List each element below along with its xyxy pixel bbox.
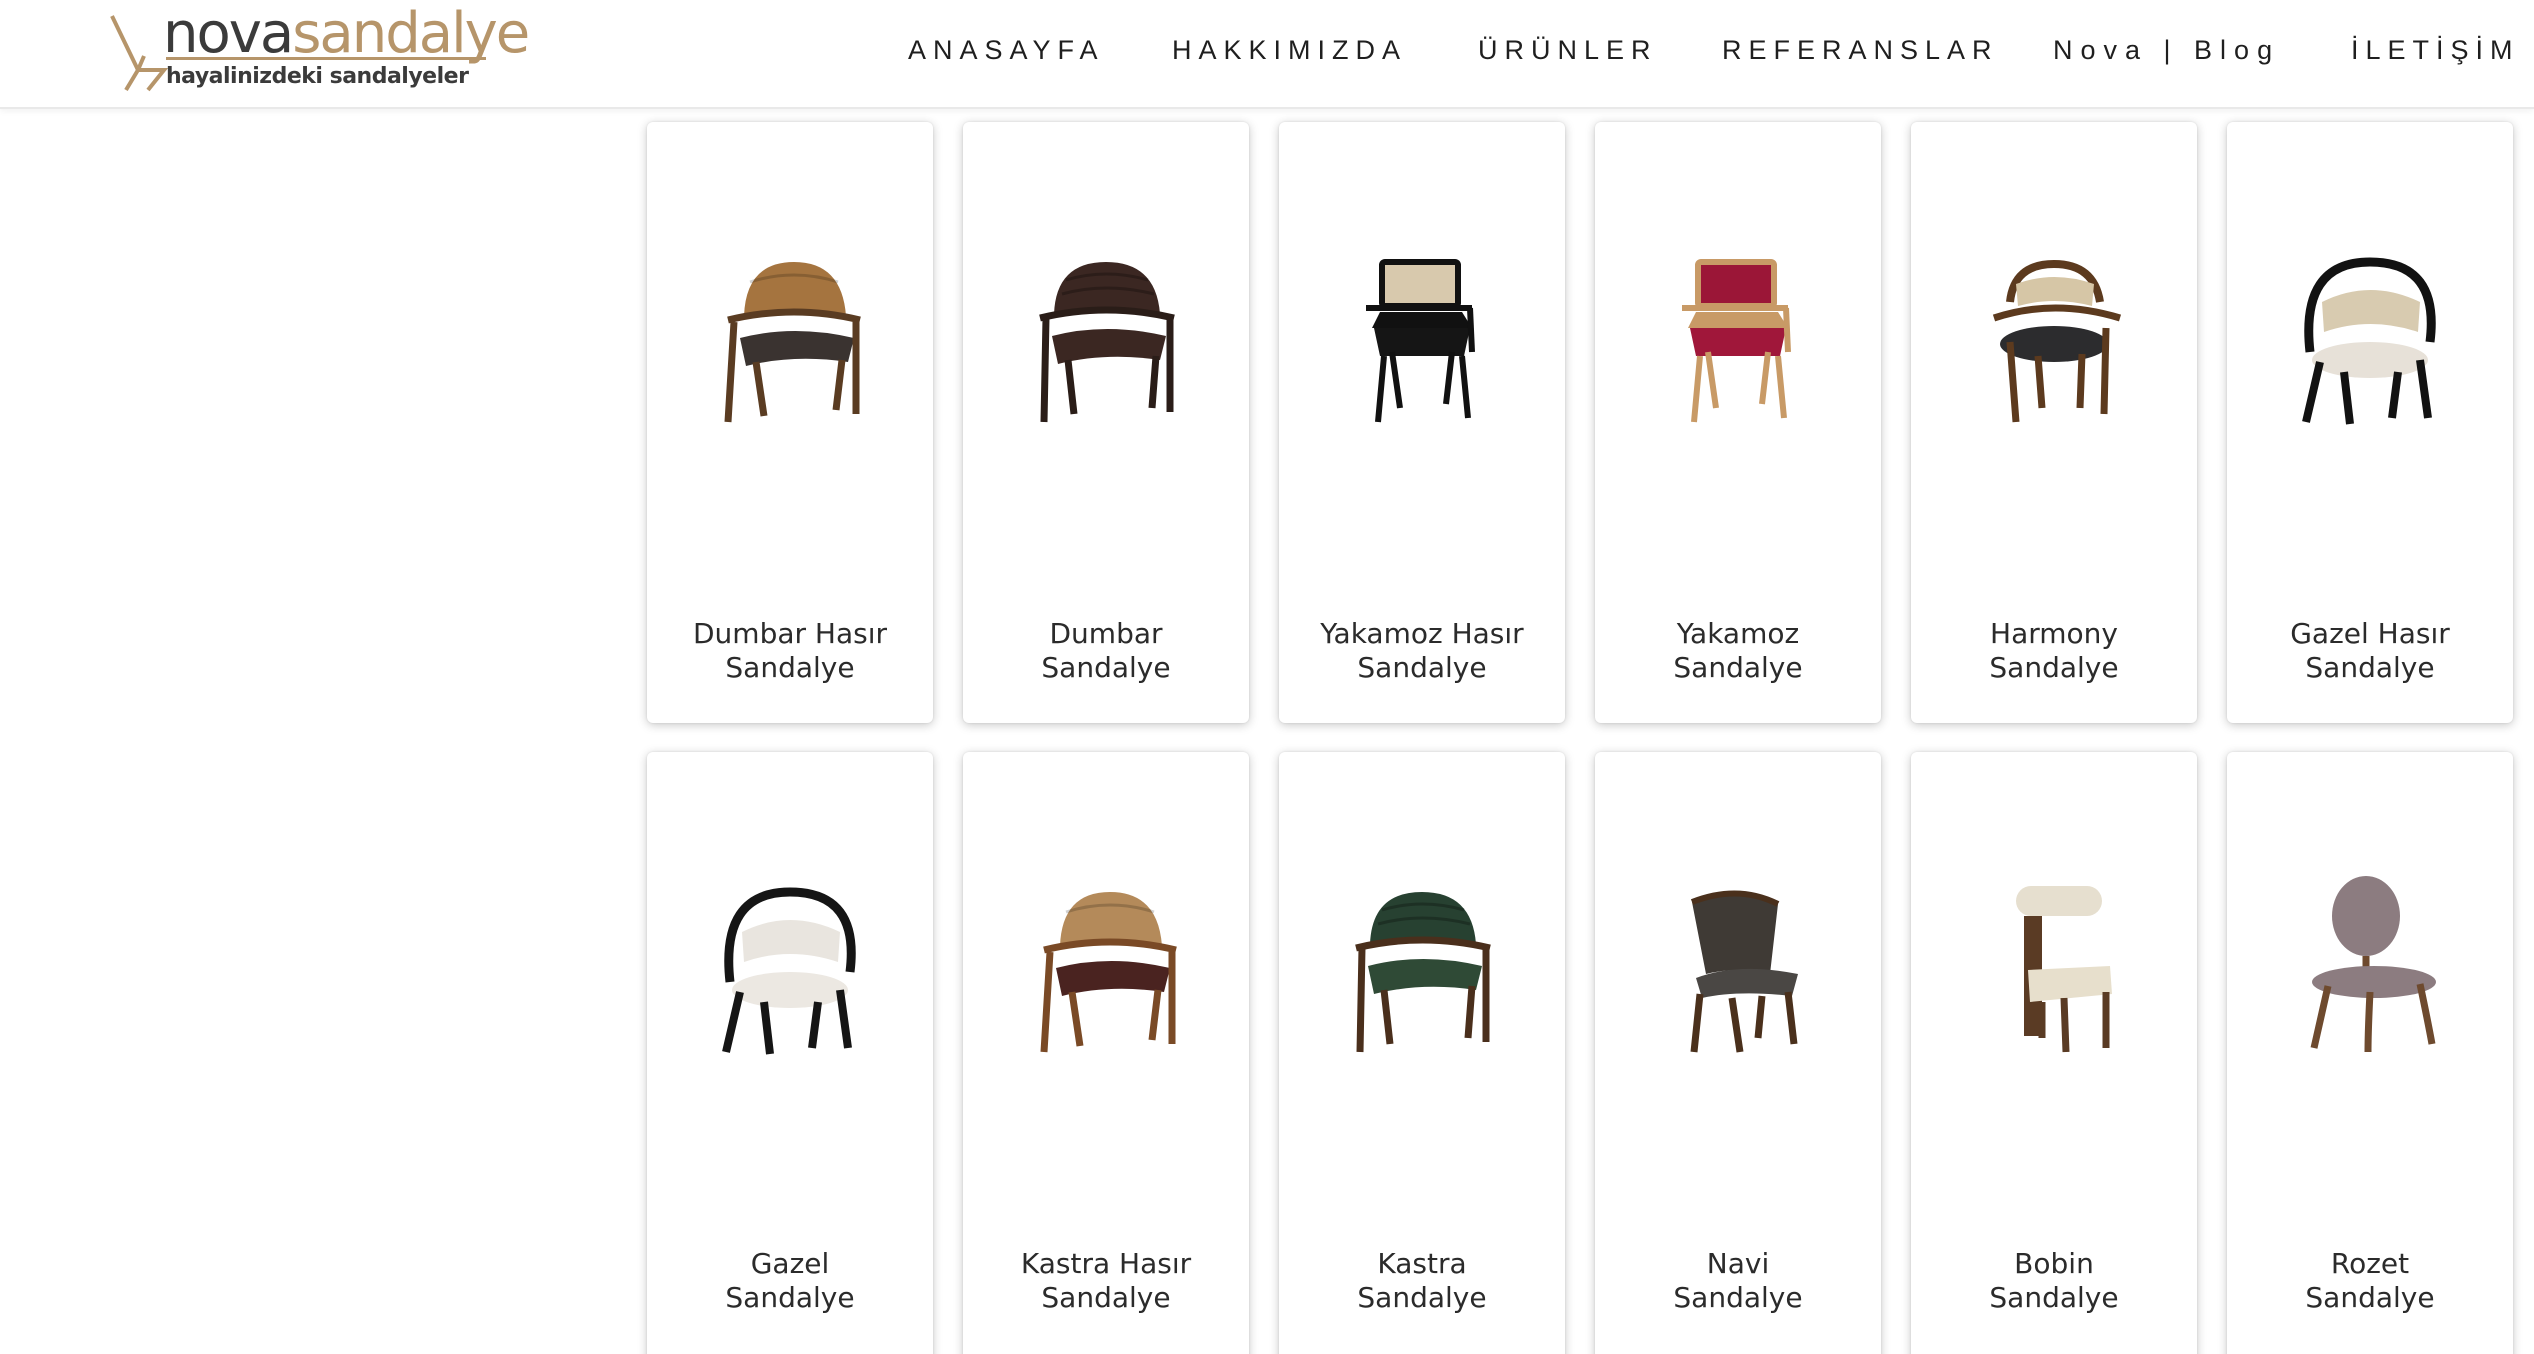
product-image[interactable] bbox=[2270, 862, 2470, 1062]
logo-underline bbox=[166, 57, 486, 60]
product-card[interactable]: Gazel Hasır Sandalye bbox=[2227, 122, 2513, 723]
nav-item-urunler[interactable]: ÜRÜNLER bbox=[1478, 30, 1658, 70]
product-card[interactable]: Rozet Sandalye bbox=[2227, 752, 2513, 1354]
product-title-line2: Sandalye bbox=[1357, 1281, 1487, 1314]
product-title-line1: Harmony bbox=[1990, 617, 2118, 650]
product-title-line2: Sandalye bbox=[1041, 651, 1171, 684]
product-title[interactable]: Bobin Sandalye bbox=[1921, 1247, 2187, 1315]
product-title-line1: Rozet bbox=[2330, 1247, 2410, 1280]
product-card[interactable]: Dumbar Hasır Sandalye bbox=[647, 122, 933, 723]
product-title-line1: Navi bbox=[1706, 1247, 1770, 1280]
chair-image bbox=[2310, 876, 2436, 1053]
chair-image bbox=[724, 262, 861, 423]
nav-item-hakkimizda[interactable]: HAKKIMIZDA bbox=[1172, 30, 1407, 70]
product-title[interactable]: Gazel Hasır Sandalye bbox=[2237, 617, 2503, 685]
product-card[interactable]: Yakamoz Hasır Sandalye bbox=[1279, 122, 1565, 723]
chair-image bbox=[2302, 257, 2436, 425]
product-image[interactable] bbox=[1954, 862, 2154, 1062]
product-card[interactable]: Yakamoz Sandalye bbox=[1595, 122, 1881, 723]
site-header: novasandalye hayalinizdeki sandalyeler A… bbox=[0, 0, 2534, 109]
product-card[interactable]: Harmony Sandalye bbox=[1911, 122, 2197, 723]
product-image[interactable] bbox=[2270, 232, 2470, 432]
nav-item-blog[interactable]: Nova | Blog bbox=[2053, 30, 2280, 70]
chair-image bbox=[1992, 259, 2122, 423]
product-image[interactable] bbox=[1954, 232, 2154, 432]
chair-image bbox=[1366, 259, 1475, 423]
nav-item-referanslar[interactable]: REFERANSLAR bbox=[1722, 30, 1999, 70]
product-card[interactable]: Bobin Sandalye bbox=[1911, 752, 2197, 1354]
site-logo[interactable]: novasandalye hayalinizdeki sandalyeler bbox=[108, 2, 530, 96]
product-card[interactable]: Gazel Sandalye bbox=[647, 752, 933, 1354]
product-title-line2: Sandalye bbox=[1673, 1281, 1803, 1314]
product-title-line2: Sandalye bbox=[725, 651, 855, 684]
product-image[interactable] bbox=[1322, 232, 1522, 432]
product-title-line1: Kastra bbox=[1377, 1247, 1467, 1280]
product-image[interactable] bbox=[1006, 862, 1206, 1062]
product-image[interactable] bbox=[1322, 862, 1522, 1062]
product-title-line1: Bobin bbox=[2014, 1247, 2094, 1280]
product-title[interactable]: Navi Sandalye bbox=[1605, 1247, 1871, 1315]
product-card[interactable]: Kastra Sandalye bbox=[1279, 752, 1565, 1354]
product-title-line2: Sandalye bbox=[1041, 1281, 1171, 1314]
product-card[interactable]: Dumbar Sandalye bbox=[963, 122, 1249, 723]
product-title-line1: Gazel Hasır bbox=[2290, 617, 2450, 650]
product-image[interactable] bbox=[1006, 232, 1206, 432]
product-title-line2: Sandalye bbox=[1673, 651, 1803, 684]
product-title-line2: Sandalye bbox=[2305, 651, 2435, 684]
product-title[interactable]: Kastra Sandalye bbox=[1289, 1247, 1555, 1315]
product-title[interactable]: Gazel Sandalye bbox=[657, 1247, 923, 1315]
product-title-line1: Dumbar bbox=[1049, 617, 1163, 650]
chair-image bbox=[1690, 890, 1798, 1053]
product-image[interactable] bbox=[1638, 232, 1838, 432]
product-title-line2: Sandalye bbox=[1989, 651, 2119, 684]
chair-image bbox=[722, 887, 856, 1055]
logo-tagline: hayalinizdeki sandalyeler bbox=[166, 64, 469, 89]
product-title[interactable]: Yakamoz Sandalye bbox=[1605, 617, 1871, 685]
product-title[interactable]: Harmony Sandalye bbox=[1921, 617, 2187, 685]
product-title-line1: Kastra Hasır bbox=[1020, 1247, 1192, 1280]
chair-image bbox=[2016, 886, 2112, 1053]
product-title-line1: Gazel bbox=[750, 1247, 830, 1280]
chair-image bbox=[1682, 259, 1791, 423]
chair-logo-icon bbox=[110, 15, 169, 92]
nav-item-iletisim[interactable]: İLETİŞİM bbox=[2351, 30, 2520, 70]
product-card[interactable]: Navi Sandalye bbox=[1595, 752, 1881, 1354]
product-title[interactable]: Rozet Sandalye bbox=[2237, 1247, 2503, 1315]
nav-item-anasayfa[interactable]: ANASAYFA bbox=[908, 30, 1105, 70]
product-title-line1: Dumbar Hasır bbox=[692, 617, 888, 650]
product-image[interactable] bbox=[690, 232, 890, 432]
product-title[interactable]: Dumbar Hasır Sandalye bbox=[657, 617, 923, 685]
product-title-line2: Sandalye bbox=[2305, 1281, 2435, 1314]
product-title-line1: Yakamoz bbox=[1676, 617, 1800, 650]
product-title-line2: Sandalye bbox=[725, 1281, 855, 1314]
chair-image bbox=[1039, 262, 1175, 423]
product-image[interactable] bbox=[1638, 862, 1838, 1062]
product-title-line2: Sandalye bbox=[1357, 651, 1487, 684]
product-title[interactable]: Kastra Hasır Sandalye bbox=[973, 1247, 1239, 1315]
chair-image bbox=[1040, 892, 1177, 1053]
chair-image bbox=[1355, 892, 1491, 1053]
product-title[interactable]: Dumbar Sandalye bbox=[973, 617, 1239, 685]
product-title[interactable]: Yakamoz Hasır Sandalye bbox=[1289, 617, 1555, 685]
product-card[interactable]: Kastra Hasır Sandalye bbox=[963, 752, 1249, 1354]
product-title-line1: Yakamoz Hasır bbox=[1320, 617, 1524, 650]
product-image[interactable] bbox=[690, 862, 890, 1062]
product-title-line2: Sandalye bbox=[1989, 1281, 2119, 1314]
